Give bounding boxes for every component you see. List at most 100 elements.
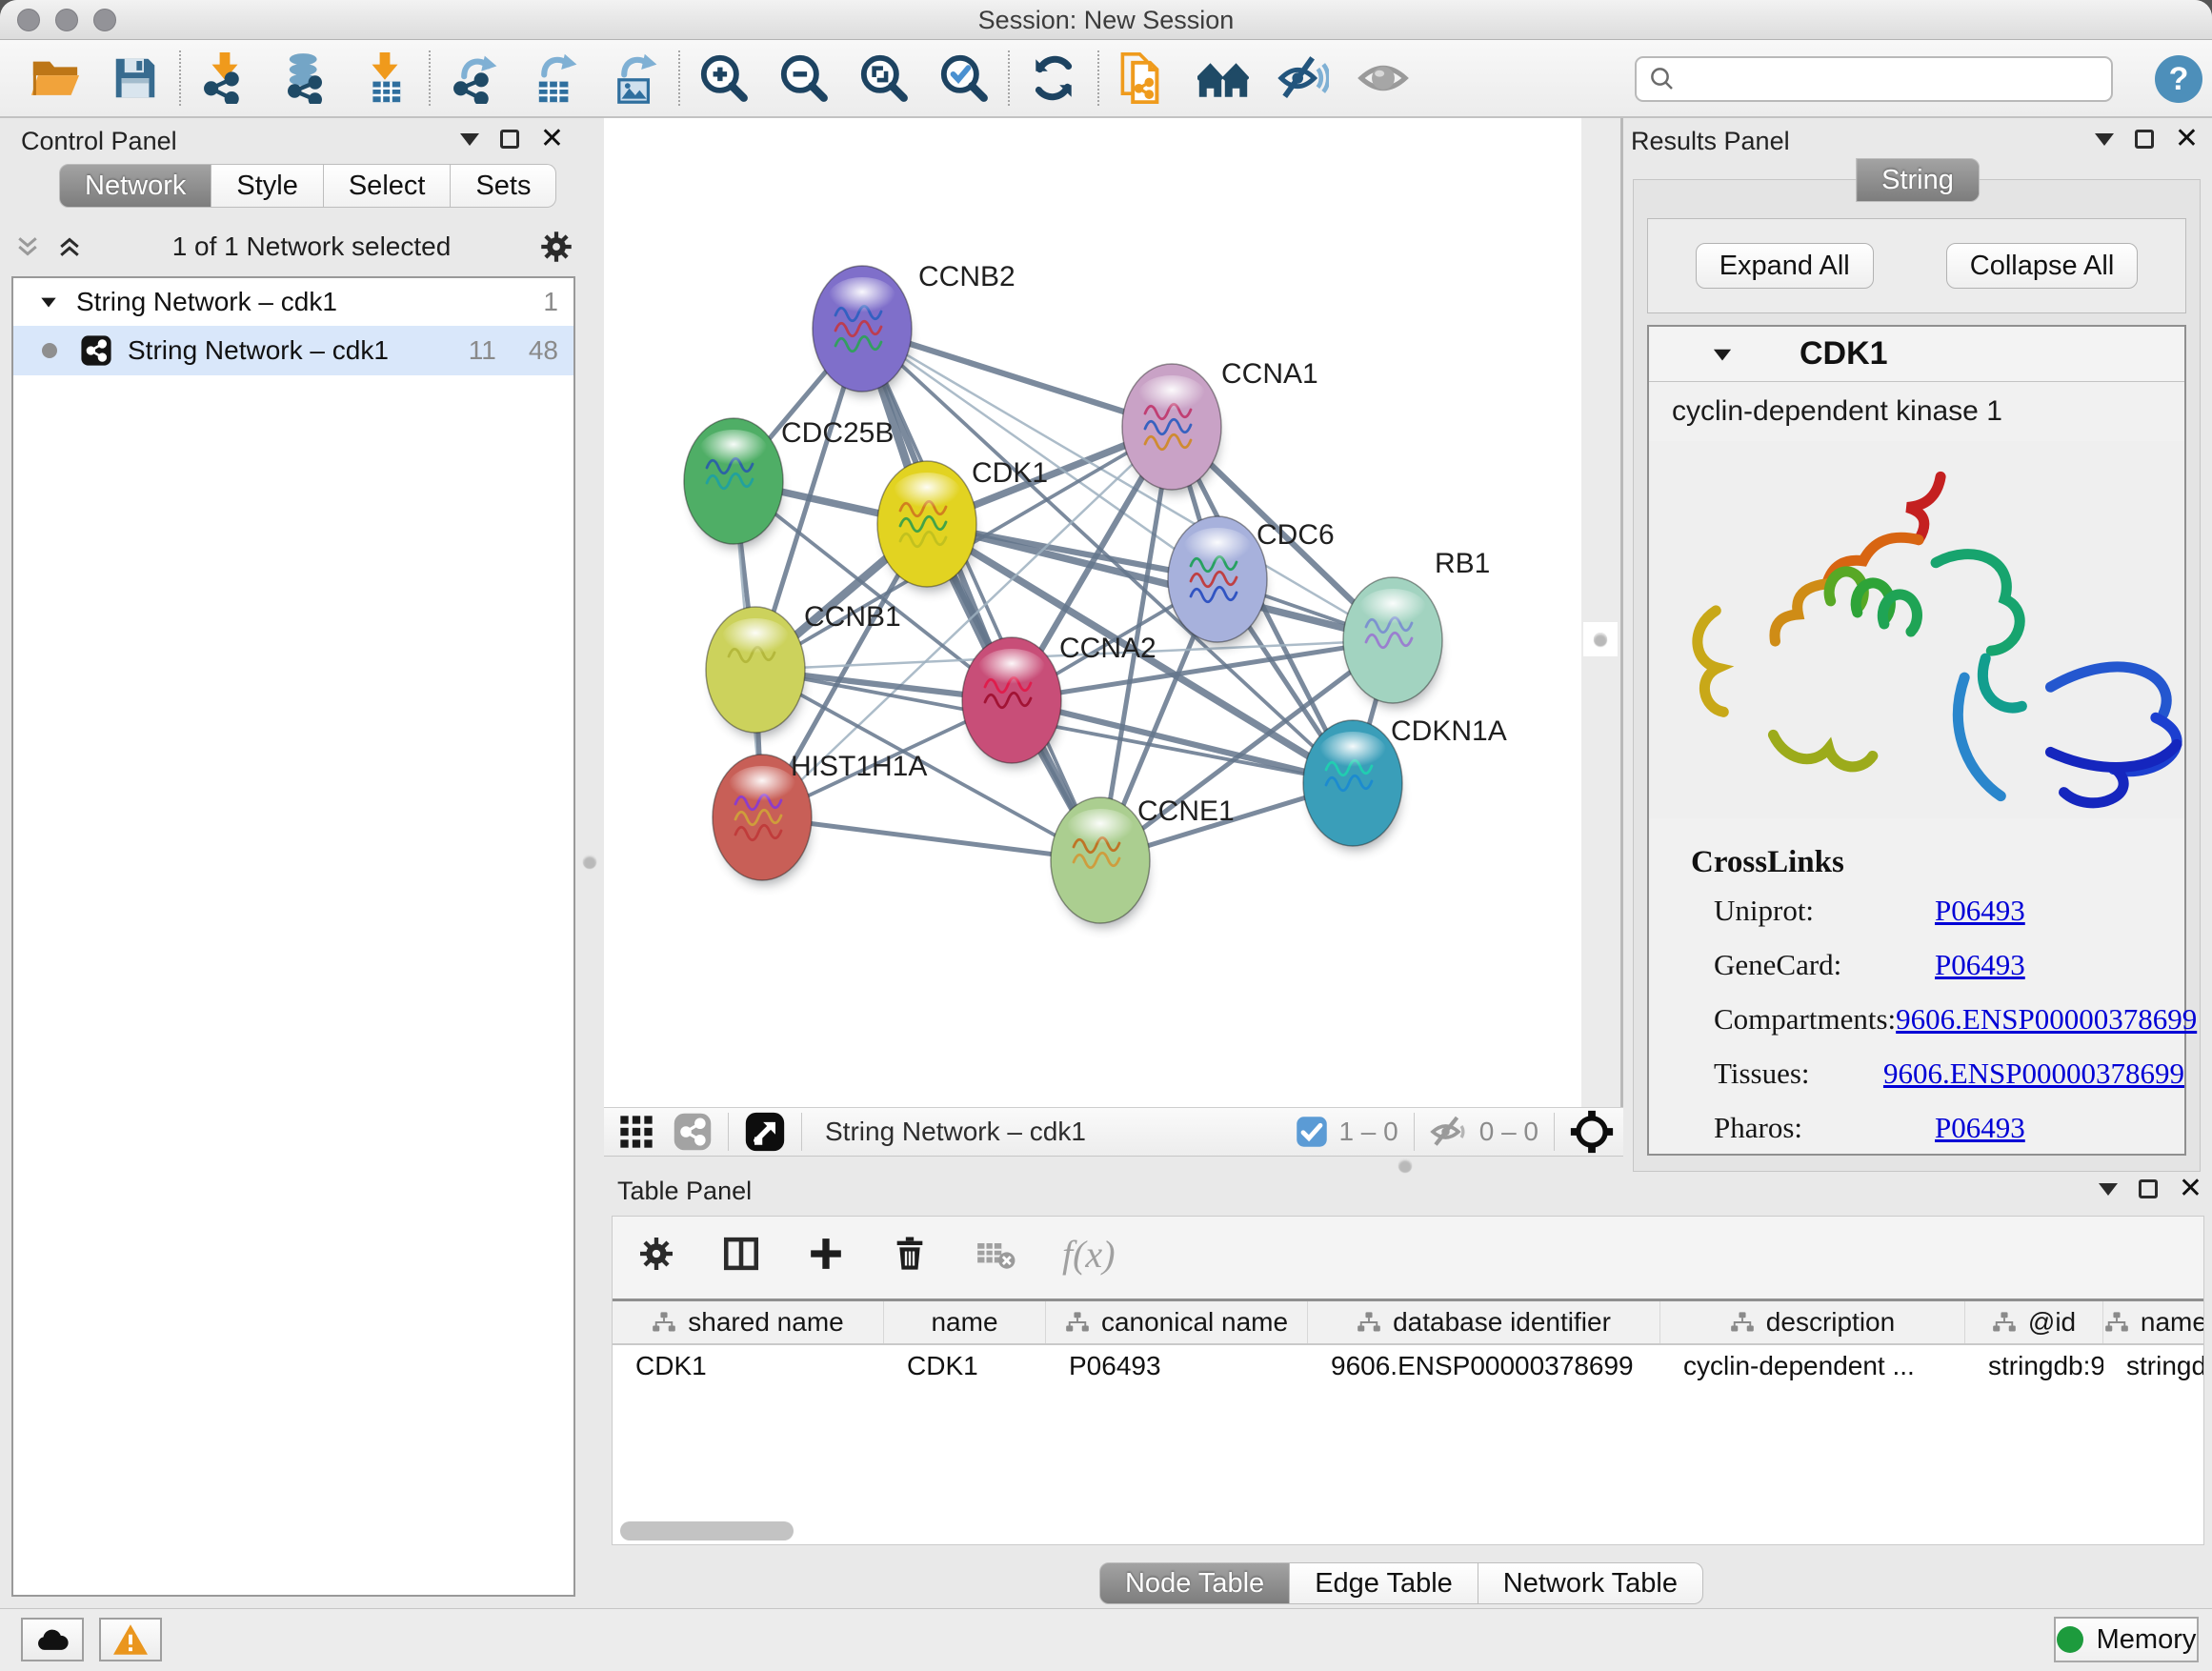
export-table-button[interactable] [526,49,583,108]
tab-node-table[interactable]: Node Table [1099,1562,1290,1604]
add-column-icon[interactable] [807,1235,845,1273]
import-table-from-file-button[interactable] [356,49,413,108]
tab-network-table[interactable]: Network Table [1478,1562,1703,1604]
network-node-CDK1[interactable] [877,461,976,591]
network-view-mode-icon[interactable] [673,1112,713,1152]
export-network-button[interactable] [446,49,503,108]
cloud-status-button[interactable] [21,1618,84,1661]
zoom-out-button[interactable] [775,49,833,108]
tab-style[interactable]: Style [211,164,323,208]
tree-expand-icon[interactable] [38,292,59,312]
refresh-view-button[interactable] [1025,49,1082,108]
tab-string[interactable]: String [1856,158,1980,202]
column-header-namespac[interactable]: namespac [2103,1301,2203,1343]
panel-splitter-vertical[interactable] [1581,118,1623,1107]
birdseye-view-button[interactable] [1355,49,1412,108]
node-result-header[interactable]: CDK1 [1649,327,2184,382]
network-node-CCNA1[interactable] [1122,364,1221,493]
network-tree: String Network – cdk1 1 String Network –… [11,276,575,1597]
close-panel-icon[interactable]: ✕ [2175,130,2199,149]
network-view-title: String Network – cdk1 [825,1117,1086,1147]
tab-network[interactable]: Network [59,164,211,208]
column-header-shared-name[interactable]: shared name [613,1301,884,1343]
close-panel-icon[interactable]: ✕ [540,130,564,149]
column-header-database-identifier[interactable]: database identifier [1308,1301,1660,1343]
search-field[interactable] [1635,56,2113,102]
table-cell: 9606.ENSP00000378699 [1308,1345,1660,1389]
network-node-CCNA2[interactable] [962,637,1061,767]
node-label-CCNB2: CCNB2 [918,261,1016,292]
crosslink-value-link[interactable]: 9606.ENSP00000378699 [1896,1002,2197,1037]
close-panel-icon[interactable]: ✕ [2179,1179,2202,1198]
delete-column-trash-icon[interactable] [891,1235,929,1273]
column-header-canonical-name[interactable]: canonical name [1046,1301,1308,1343]
zoom-fit-button[interactable] [855,49,913,108]
collapse-all-icon[interactable] [13,232,42,261]
tab-select[interactable]: Select [324,164,452,208]
import-network-from-file-button[interactable] [196,49,253,108]
show-all-networks-button[interactable] [1195,49,1252,108]
network-node-CCNB2[interactable] [813,266,912,395]
float-panel-icon[interactable] [500,130,519,149]
network-node-CDKN1A[interactable] [1303,720,1402,850]
horizontal-scrollbar[interactable] [620,1521,794,1540]
open-session-button[interactable] [27,49,84,108]
refresh-icon [1028,52,1079,104]
panel-menu-icon[interactable] [2099,1183,2118,1196]
float-panel-icon[interactable] [2139,1179,2158,1198]
export-image-button[interactable] [606,49,663,108]
control-panel-title: Control Panel [21,124,177,158]
toolbar-separator [429,50,431,106]
show-columns-icon[interactable] [721,1234,761,1274]
import-database-icon [279,52,331,104]
column-header-description[interactable]: description [1660,1301,1965,1343]
network-collection-row[interactable]: String Network – cdk1 1 [13,278,573,326]
toolbar-separator [179,50,181,106]
memory-label: Memory [2097,1624,2197,1656]
network-node-CCNE1[interactable] [1051,797,1150,927]
share-document-button[interactable] [1115,49,1172,108]
network-node-RB1[interactable] [1343,577,1442,707]
crosslink-value-link[interactable]: P06493 [1935,1111,2025,1145]
collapse-all-button[interactable]: Collapse All [1946,243,2139,289]
section-collapse-icon[interactable] [1710,342,1735,367]
zoom-selected-button[interactable] [935,49,993,108]
memory-button[interactable]: Memory [2054,1617,2199,1662]
tab-edge-table[interactable]: Edge Table [1290,1562,1478,1604]
crosslink-value-link[interactable]: 9606.ENSP00000378699 [1883,1057,2184,1091]
expand-all-button[interactable]: Expand All [1696,243,1874,289]
table-row[interactable]: CDK1CDK1P064939606.ENSP00000378699cyclin… [613,1345,2203,1389]
warnings-button[interactable] [99,1618,162,1661]
network-canvas[interactable]: CCNB2CCNA1CDC25BCDK1CDC6RB1CCNB1CCNA2CDK… [604,118,1581,1107]
detach-view-icon[interactable] [744,1111,786,1153]
table-settings-gear-icon[interactable] [637,1235,675,1273]
column-header--id[interactable]: @id [1965,1301,2103,1343]
help-button[interactable]: ? [2155,55,2202,103]
delete-table-icon-disabled [975,1235,1016,1273]
network-row-selected[interactable]: String Network – cdk1 11 48 [13,326,573,375]
selected-nodes-checkbox-icon[interactable] [1295,1115,1329,1149]
network-selection-status: 1 of 1 Network selected [84,232,539,262]
network-node-CCNB1[interactable] [706,607,805,736]
splitter-handle[interactable] [583,855,596,868]
column-header-name[interactable]: name [884,1301,1046,1343]
crosslink-value-link[interactable]: P06493 [1935,948,2025,982]
zoom-in-button[interactable] [695,49,753,108]
search-input[interactable] [1677,65,2086,94]
expand-all-icon[interactable] [55,232,84,261]
node-label-CCNB1: CCNB1 [804,601,901,633]
import-network-from-database-button[interactable] [276,49,333,108]
panel-menu-icon[interactable] [460,133,479,146]
center-view-crosshair-icon[interactable] [1570,1110,1614,1154]
network-node-CDC25B[interactable] [684,418,783,548]
panel-menu-icon[interactable] [2095,133,2114,146]
tab-sets[interactable]: Sets [451,164,556,208]
grid-view-icon[interactable] [617,1113,655,1151]
node-table: shared namenamecanonical namedatabase id… [613,1299,2203,1544]
float-panel-icon[interactable] [2135,130,2154,149]
gear-icon[interactable] [539,230,573,264]
toggle-graphics-details-button[interactable] [1275,49,1332,108]
crosslink-value-link[interactable]: P06493 [1935,894,2025,928]
save-session-button[interactable] [107,49,164,108]
splitter-handle[interactable] [1583,622,1618,656]
